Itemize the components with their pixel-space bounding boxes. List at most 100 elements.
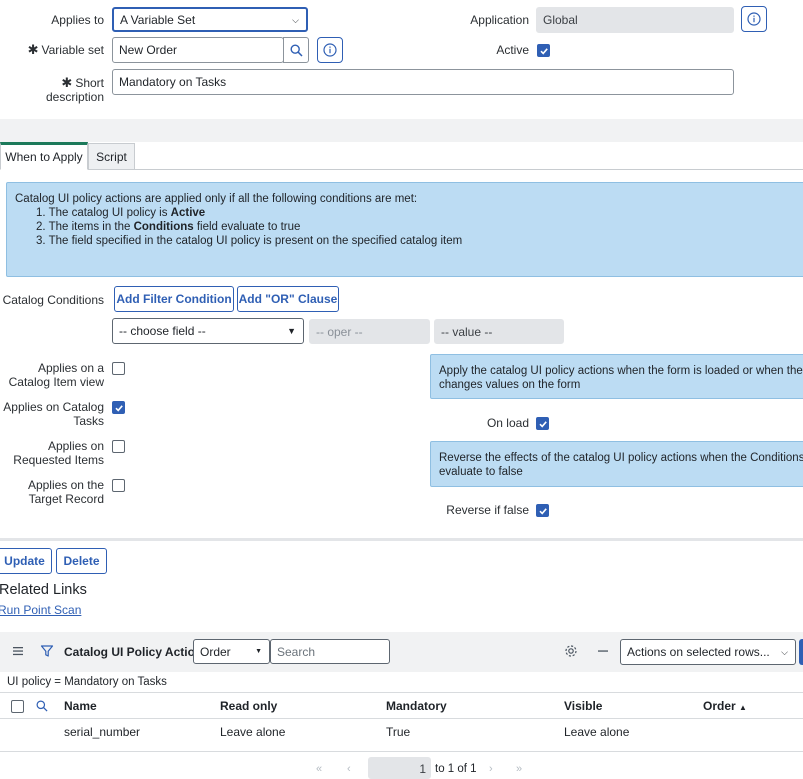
add-or-clause-button[interactable]: Add "OR" Clause xyxy=(237,286,339,312)
column-header-name[interactable]: Name xyxy=(64,699,97,713)
applies-to-label: Applies to xyxy=(51,13,104,27)
last-page-button[interactable]: » xyxy=(516,763,522,775)
active-label: Active xyxy=(496,43,529,57)
column-header-order-text: Order xyxy=(703,699,736,713)
column-header-mandatory[interactable]: Mandatory xyxy=(386,699,447,713)
applies-catalog-item-view-checkbox[interactable] xyxy=(112,362,125,375)
applies-to-select[interactable]: A Variable Set ⌵ xyxy=(112,7,308,32)
label-line: Tasks xyxy=(73,414,104,428)
actions-select-value: Actions on selected rows... xyxy=(627,645,770,659)
filter-button[interactable] xyxy=(40,644,54,661)
column-header-order[interactable]: Order ▲ xyxy=(703,699,747,713)
section-separator xyxy=(0,119,803,142)
required-icon: ✱ xyxy=(27,42,39,57)
update-button[interactable]: Update xyxy=(0,548,52,574)
info-item-2-text: 2. The items in the xyxy=(36,221,134,233)
page-number-input[interactable]: 1 xyxy=(368,757,431,779)
list-breadcrumb[interactable]: UI policy = Mandatory on Tasks xyxy=(7,676,167,688)
previous-page-button[interactable]: ‹ xyxy=(347,763,351,775)
row-bottom-border xyxy=(0,751,803,752)
applies-requested-items-checkbox[interactable] xyxy=(112,440,125,453)
reverse-if-false-checkbox[interactable] xyxy=(536,504,549,517)
info-item-2-bold: Conditions xyxy=(133,221,194,233)
delete-button[interactable]: Delete xyxy=(56,548,107,574)
application-field: Global xyxy=(536,7,734,33)
info-item-2-post: field evaluate to true xyxy=(193,221,301,233)
on-load-checkbox[interactable] xyxy=(536,417,549,430)
column-header-visible[interactable]: Visible xyxy=(564,699,602,713)
column-search-button[interactable] xyxy=(36,700,48,715)
filter-icon xyxy=(40,645,54,657)
choose-field-select[interactable]: -- choose field -- ▼ xyxy=(112,318,304,344)
info-item-1-bold: Active xyxy=(170,207,206,219)
onload-info-box: Apply the catalog UI policy actions when… xyxy=(430,354,803,399)
search-field-select[interactable]: Order ▼ xyxy=(193,639,270,664)
sort-ascending-icon: ▲ xyxy=(739,703,747,712)
checkmark-icon xyxy=(538,420,547,428)
new-button-edge[interactable] xyxy=(799,639,803,665)
info-item-1-text: 1. The catalog UI policy is xyxy=(36,207,171,219)
variable-set-label: ✱ Variable set xyxy=(20,42,104,58)
row-visible: Leave alone xyxy=(564,725,630,739)
list-menu-button[interactable] xyxy=(11,644,25,661)
info-item-3: 3. The field specified in the catalog UI… xyxy=(36,235,463,247)
label-line: Applies on xyxy=(47,439,104,453)
first-page-icon: « xyxy=(316,763,323,775)
row-name-link[interactable]: serial_number xyxy=(64,725,140,739)
onload-info-line1: Apply the catalog UI policy actions when… xyxy=(439,365,803,377)
tab-script[interactable]: Script xyxy=(88,143,135,170)
label-line: Target Record xyxy=(28,492,104,506)
header-top-border xyxy=(0,692,803,693)
label-line: Applies on a xyxy=(37,361,104,375)
tab-when-to-apply[interactable]: When to Apply xyxy=(0,142,88,170)
first-page-button[interactable]: « xyxy=(316,763,322,775)
label-line: Applies on Catalog xyxy=(3,400,104,414)
application-info-button[interactable] xyxy=(741,6,767,32)
applies-target-record-checkbox[interactable] xyxy=(112,479,125,492)
applies-catalog-tasks-checkbox[interactable] xyxy=(112,401,125,414)
variable-set-lookup-button[interactable] xyxy=(283,37,309,63)
short-description-label-line1: Short xyxy=(75,76,104,90)
info-icon xyxy=(747,12,761,26)
reverse-info-line2: evaluate to false xyxy=(439,466,523,478)
list-title: Catalog UI Policy Actions xyxy=(64,645,209,659)
operator-select[interactable]: -- oper -- xyxy=(309,319,430,344)
add-filter-condition-button[interactable]: Add Filter Condition xyxy=(114,286,234,312)
info-icon xyxy=(323,43,337,57)
search-input[interactable]: Search xyxy=(270,639,390,664)
variable-set-info-button[interactable] xyxy=(317,37,343,63)
applies-target-record-label: Applies on the Target Record xyxy=(0,478,104,506)
choose-field-value: -- choose field -- xyxy=(119,324,206,338)
onload-info-line2: changes values on the form xyxy=(439,379,581,391)
active-checkbox[interactable] xyxy=(537,44,550,57)
short-description-label-line2: description xyxy=(45,90,104,104)
conditions-info-box: Catalog UI policy actions are applied on… xyxy=(6,182,803,277)
checkmark-icon xyxy=(538,507,547,515)
info-intro: Catalog UI policy actions are applied on… xyxy=(15,193,418,205)
chevron-down-icon: ⌵ xyxy=(781,647,788,657)
applies-catalog-item-view-label: Applies on a Catalog Item view xyxy=(0,361,104,389)
collapse-list-button[interactable] xyxy=(596,644,610,661)
checkmark-icon xyxy=(114,404,123,412)
list-settings-button[interactable] xyxy=(564,644,578,661)
actions-on-selected-rows-select[interactable]: Actions on selected rows... ⌵ xyxy=(620,639,796,665)
column-header-read-only[interactable]: Read only xyxy=(220,699,277,713)
info-item-1: 1. The catalog UI policy is Active xyxy=(15,206,803,220)
previous-page-icon: ‹ xyxy=(347,763,351,775)
applies-catalog-tasks-label: Applies on Catalog Tasks xyxy=(0,400,104,428)
caret-down-icon: ▼ xyxy=(287,326,296,336)
variable-set-input[interactable]: New Order xyxy=(112,37,284,63)
applies-to-value: A Variable Set xyxy=(120,13,196,27)
form-divider xyxy=(0,538,803,541)
gear-icon xyxy=(565,645,577,657)
short-description-input[interactable]: Mandatory on Tasks xyxy=(112,69,734,95)
row-read-only: Leave alone xyxy=(220,725,286,739)
search-icon xyxy=(36,700,48,712)
value-field[interactable]: -- value -- xyxy=(434,319,564,344)
run-point-scan-link[interactable]: Run Point Scan xyxy=(0,603,81,617)
label-line: Requested Items xyxy=(13,453,104,467)
label-line: Catalog Item view xyxy=(8,375,104,389)
next-page-button[interactable]: › xyxy=(489,763,493,775)
select-all-checkbox[interactable] xyxy=(11,700,24,713)
chevron-down-icon: ⌵ xyxy=(292,14,299,25)
